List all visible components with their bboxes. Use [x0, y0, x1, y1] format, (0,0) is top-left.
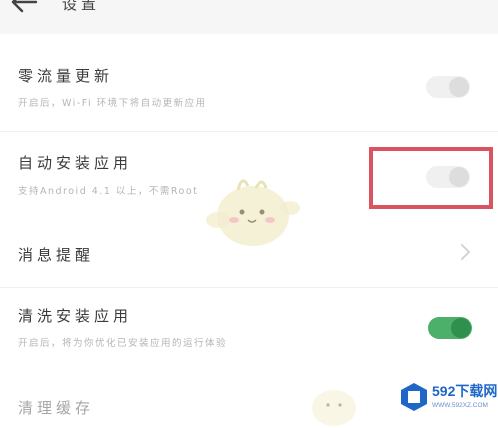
setting-title: 自动安装应用 — [18, 154, 133, 172]
chevron-right-icon — [461, 244, 470, 260]
site-watermark: 592下载网 WWW.592XZ.COM — [398, 378, 498, 422]
setting-description: 开启后，Wi-Fi 环境下将自动更新应用 — [18, 98, 207, 109]
mascot-small-icon — [312, 390, 356, 426]
divider — [0, 287, 498, 288]
toggle-knob — [449, 77, 469, 97]
setting-description: 开启后，将为你优化已安装应用的运行体验 — [18, 338, 228, 349]
watermark-url: WWW.592XZ.COM — [432, 402, 488, 409]
watermark-name: 592下载网 — [432, 383, 498, 399]
top-app-bar: 设置 — [0, 0, 498, 34]
page-title: 设置 — [62, 0, 101, 13]
watermark-logo-icon — [401, 383, 427, 411]
back-arrow-icon[interactable] — [10, 0, 38, 14]
setting-title: 清理缓存 — [18, 399, 95, 417]
setting-title: 消息提醒 — [18, 246, 95, 264]
toggle-knob — [451, 318, 471, 338]
highlight-box — [369, 147, 493, 209]
zero-traffic-update-toggle[interactable] — [426, 76, 470, 98]
setting-clean-install[interactable]: 清洗安装应用 开启后，将为你优化已安装应用的运行体验 — [0, 295, 498, 365]
clean-install-toggle[interactable] — [428, 317, 472, 339]
setting-description: 支持Android 4.1 以上，不需Root — [18, 186, 199, 197]
mascot-icon — [206, 179, 300, 246]
setting-zero-traffic-update[interactable]: 零流量更新 开启后，Wi-Fi 环境下将自动更新应用 — [0, 50, 498, 130]
setting-title: 清洗安装应用 — [18, 307, 133, 325]
setting-title: 零流量更新 — [18, 67, 114, 85]
divider — [0, 131, 498, 132]
